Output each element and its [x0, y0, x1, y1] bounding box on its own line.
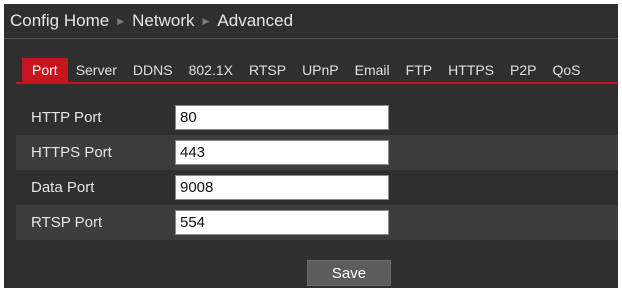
port-settings-form: HTTP Port HTTPS Port Data Port RTSP Port — [16, 100, 618, 240]
form-row-http-port: HTTP Port — [16, 100, 618, 135]
breadcrumb-advanced: Advanced — [217, 11, 294, 30]
tab-underline — [16, 82, 618, 84]
tab-https[interactable]: HTTPS — [440, 58, 502, 82]
breadcrumb: Config Home ▶ Network ▶ Advanced — [10, 9, 293, 33]
tab-server[interactable]: Server — [68, 58, 125, 82]
http-port-input[interactable] — [175, 105, 389, 130]
data-port-input[interactable] — [175, 175, 389, 200]
tab-ftp[interactable]: FTP — [398, 58, 440, 82]
tab-ddns[interactable]: DDNS — [125, 58, 181, 82]
tab-port[interactable]: Port — [22, 58, 68, 82]
form-row-rtsp-port: RTSP Port — [16, 205, 618, 240]
tab-8021x[interactable]: 802.1X — [181, 58, 241, 82]
data-port-label: Data Port — [31, 179, 95, 196]
header-divider — [4, 38, 618, 39]
https-port-label: HTTPS Port — [31, 144, 112, 161]
config-panel: Config Home ▶ Network ▶ Advanced Port Se… — [4, 4, 618, 288]
form-row-https-port: HTTPS Port — [16, 135, 618, 170]
tab-qos[interactable]: QoS — [544, 58, 588, 82]
breadcrumb-separator-icon: ▶ — [117, 15, 125, 26]
https-port-input[interactable] — [175, 140, 389, 165]
rtsp-port-input[interactable] — [175, 210, 389, 235]
breadcrumb-config-home[interactable]: Config Home — [10, 11, 109, 31]
save-button[interactable]: Save — [307, 260, 391, 286]
tab-bar: Port Server DDNS 802.1X RTSP UPnP Email … — [22, 58, 588, 82]
breadcrumb-separator-icon: ▶ — [202, 15, 210, 26]
rtsp-port-label: RTSP Port — [31, 214, 103, 231]
breadcrumb-network[interactable]: Network — [132, 11, 194, 31]
http-port-label: HTTP Port — [31, 109, 102, 126]
tab-rtsp[interactable]: RTSP — [241, 58, 294, 82]
form-row-data-port: Data Port — [16, 170, 618, 205]
tab-p2p[interactable]: P2P — [502, 58, 544, 82]
tab-email[interactable]: Email — [347, 58, 398, 82]
tab-upnp[interactable]: UPnP — [294, 58, 347, 82]
